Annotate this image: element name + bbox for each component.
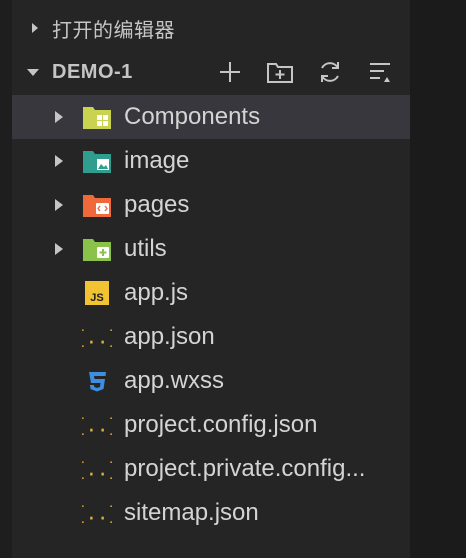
open-editors-section-header[interactable]: 打开的编辑器 xyxy=(12,6,410,50)
svg-text:{..}: {..} xyxy=(82,504,112,525)
collapse-all-icon[interactable] xyxy=(366,58,394,86)
tree-item-components[interactable]: Components xyxy=(12,95,410,139)
tree-item-label: Components xyxy=(124,103,261,130)
tree-item-label: app.wxss xyxy=(124,367,225,394)
svg-text:{..}: {..} xyxy=(82,328,112,349)
json-file-icon: {..} xyxy=(82,498,112,528)
chevron-down-icon[interactable] xyxy=(26,65,40,79)
svg-text:{..}: {..} xyxy=(82,416,112,437)
chevron-right-icon[interactable] xyxy=(52,198,66,212)
tree-item-image[interactable]: image xyxy=(12,139,410,183)
project-section-header[interactable]: DEMO-1 xyxy=(12,50,410,94)
components-folder-icon xyxy=(82,102,112,132)
json-file-icon: {..} xyxy=(82,322,112,352)
tree-item-sitemap-json[interactable]: {..} sitemap.json xyxy=(12,491,410,535)
chevron-right-icon[interactable] xyxy=(28,21,42,35)
css-file-icon xyxy=(82,366,112,396)
tree-item-app-wxss[interactable]: app.wxss xyxy=(12,359,410,403)
tree-item-label: app.json xyxy=(124,323,215,350)
new-file-icon[interactable] xyxy=(216,58,244,86)
tree-item-label: utils xyxy=(124,235,167,262)
js-file-icon: JS xyxy=(82,278,112,308)
tree-item-pages[interactable]: pages xyxy=(12,183,410,227)
tree-item-label: sitemap.json xyxy=(124,499,259,526)
pages-folder-icon xyxy=(82,190,112,220)
utils-folder-icon xyxy=(82,234,112,264)
json-file-icon: {..} xyxy=(82,454,112,484)
tree-item-project-config-json[interactable]: {..} project.config.json xyxy=(12,403,410,447)
json-file-icon: {..} xyxy=(82,410,112,440)
explorer-panel: 打开的编辑器 DEMO-1 Components image pages uti… xyxy=(12,0,410,558)
tree-item-label: project.private.config... xyxy=(124,455,366,482)
new-folder-icon[interactable] xyxy=(266,58,294,86)
project-title: DEMO-1 xyxy=(52,60,133,83)
chevron-right-icon[interactable] xyxy=(52,242,66,256)
open-editors-title: 打开的编辑器 xyxy=(52,19,175,42)
editor-area-edge xyxy=(410,0,466,558)
tree-item-project-private-config-json[interactable]: {..} project.private.config... xyxy=(12,447,410,491)
refresh-icon[interactable] xyxy=(316,58,344,86)
chevron-right-icon[interactable] xyxy=(52,110,66,124)
svg-text:{..}: {..} xyxy=(82,460,112,481)
chevron-right-icon[interactable] xyxy=(52,154,66,168)
svg-text:JS: JS xyxy=(90,292,103,304)
image-folder-icon xyxy=(82,146,112,176)
tree-item-label: project.config.json xyxy=(124,411,318,438)
tree-item-label: image xyxy=(124,147,190,174)
tree-item-app-js[interactable]: JS app.js xyxy=(12,271,410,315)
tree-item-label: pages xyxy=(124,191,190,218)
tree-item-label: app.js xyxy=(124,279,189,306)
tree-item-utils[interactable]: utils xyxy=(12,227,410,271)
tree-item-app-json[interactable]: {..} app.json xyxy=(12,315,410,359)
